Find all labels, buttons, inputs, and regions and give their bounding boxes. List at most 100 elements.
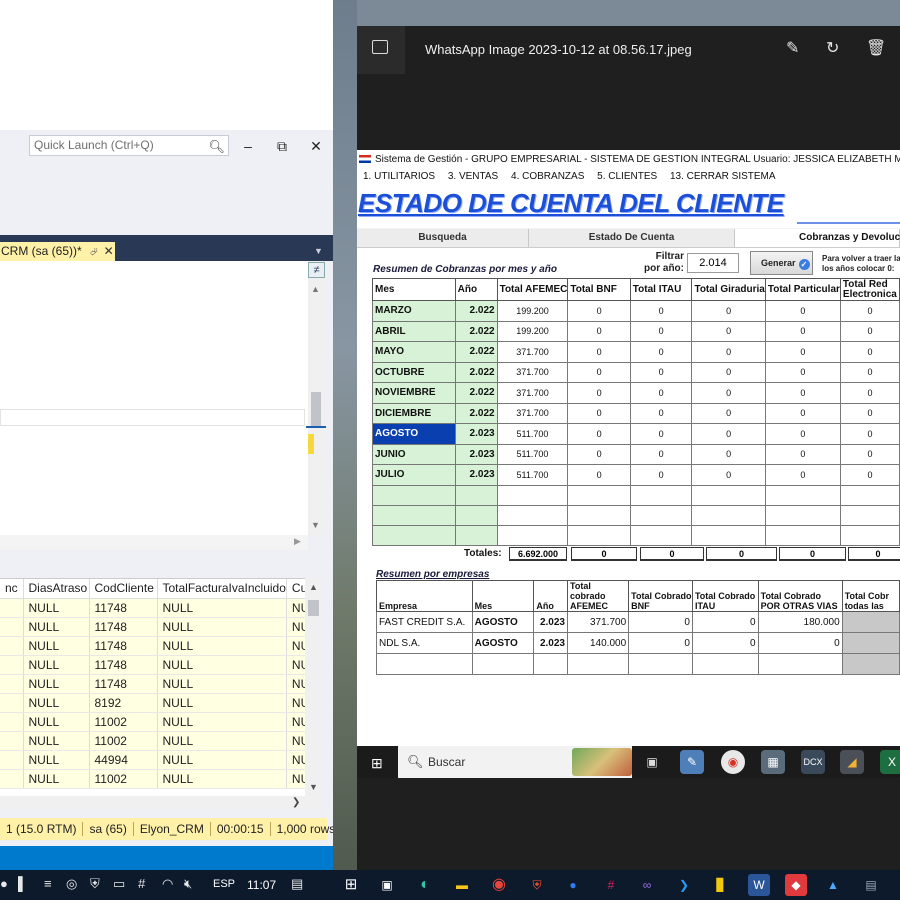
tab-dropdown-icon[interactable]: ▼ (314, 246, 323, 256)
results-horizontal-scrollbar[interactable] (0, 796, 322, 811)
table-cell[interactable]: 11748 (89, 598, 158, 618)
table-cell[interactable]: 8192 (89, 693, 158, 713)
query-editor[interactable] (0, 261, 308, 535)
tab-busqueda[interactable]: Busqueda (357, 229, 529, 247)
table-cell[interactable] (0, 769, 24, 789)
table-row[interactable]: NULL 44994 NULL NU (0, 750, 311, 770)
table-cell[interactable]: NULL (157, 598, 287, 618)
table-cell[interactable]: NULL (23, 617, 90, 637)
table-row[interactable]: NULL 11002 NULL NU (0, 731, 311, 751)
chrome-icon[interactable]: ◉ (488, 874, 510, 896)
globe-icon[interactable]: ◎ (66, 876, 77, 892)
editor-horizontal-scrollbar[interactable] (0, 535, 308, 550)
volume-muted-icon[interactable]: 🔇︎ (184, 876, 192, 892)
table-cell[interactable]: NULL (23, 674, 90, 694)
word-icon[interactable]: W (748, 874, 770, 896)
table-cell[interactable]: NULL (157, 731, 287, 751)
upload-icon[interactable]: ▲ (822, 874, 844, 896)
notification-icon[interactable]: ▤ (291, 876, 303, 892)
tab-cobranzas-devoluciones[interactable]: Cobranzas y Devolucio (735, 229, 900, 247)
visual-studio-icon[interactable]: ∞ (636, 874, 658, 896)
table-cell[interactable]: NULL (157, 617, 287, 637)
table-cell[interactable]: 11748 (89, 617, 158, 637)
query-document-tab[interactable]: CRM (sa (65))* ⮰ ✕ (0, 242, 115, 261)
table-cell[interactable]: NULL (157, 636, 287, 656)
column-header[interactable]: TotalFacturaIvaIncluido (157, 579, 287, 599)
results-scroll-thumb[interactable] (308, 600, 319, 616)
table-cell[interactable]: 11748 (89, 674, 158, 694)
tray-app-icon[interactable]: ● (0, 876, 8, 891)
table-row[interactable]: NULL 11748 NULL NU (0, 598, 311, 618)
settings-sliders-icon[interactable]: ≡ (44, 876, 52, 891)
scroll-down-icon[interactable]: ▼ (311, 520, 320, 530)
close-button[interactable]: ✕ (306, 136, 326, 156)
table-cell[interactable]: NULL (157, 693, 287, 713)
menu-cerrar-sistema[interactable]: 13. CERRAR SISTEMA (670, 171, 776, 182)
table-cell[interactable] (0, 674, 24, 694)
editor-scroll-thumb[interactable] (311, 392, 321, 426)
shield-icon[interactable]: ⛨ (90, 876, 100, 892)
menu-utilitarios[interactable]: 1. UTILITARIOS (363, 171, 435, 182)
table-cell[interactable] (0, 731, 24, 751)
column-header[interactable]: DiasAtraso (23, 579, 90, 599)
tab-estado-de-cuenta[interactable]: Estado De Cuenta (529, 229, 735, 247)
notes-icon[interactable]: ▤ (860, 874, 882, 896)
table-cell[interactable]: 11002 (89, 731, 158, 751)
table-cell[interactable]: NULL (23, 731, 90, 751)
delete-icon[interactable]: 🗑︎ (866, 38, 886, 58)
split-editor-icon[interactable]: ≠ (308, 262, 325, 278)
table-cell[interactable]: 44994 (89, 750, 158, 770)
restore-button[interactable]: ⧉ (272, 136, 292, 156)
table-cell[interactable]: NULL (157, 750, 287, 770)
scroll-down-icon[interactable]: ▼ (309, 782, 318, 792)
table-cell[interactable]: NULL (157, 655, 287, 675)
table-row[interactable]: NULL 11002 NULL NU (0, 712, 311, 732)
vscode-icon[interactable]: ❯ (673, 874, 695, 896)
system-clock[interactable]: 11:07 (247, 878, 276, 892)
search-icon[interactable]: 🔍︎ (208, 137, 225, 156)
table-cell[interactable]: NULL (23, 598, 90, 618)
scroll-up-icon[interactable]: ▲ (309, 582, 318, 592)
table-cell[interactable] (0, 655, 24, 675)
wifi-icon[interactable]: ◠ (162, 876, 173, 892)
table-cell[interactable]: NULL (23, 655, 90, 675)
table-cell[interactable]: 11748 (89, 655, 158, 675)
menu-ventas[interactable]: 3. VENTAS (448, 171, 498, 182)
table-cell[interactable]: NULL (23, 693, 90, 713)
minimize-button[interactable]: ‒ (238, 136, 258, 156)
table-row[interactable]: NULL 11002 NULL NU (0, 769, 311, 789)
table-row[interactable]: NULL 11748 NULL NU (0, 674, 311, 694)
table-cell[interactable] (0, 598, 24, 618)
table-cell[interactable] (0, 750, 24, 770)
table-cell[interactable]: NULL (23, 769, 90, 789)
audio-meter-icon[interactable]: ▌ (18, 876, 27, 891)
table-row[interactable]: NULL 11748 NULL NU (0, 617, 311, 637)
table-cell[interactable]: NULL (157, 674, 287, 694)
scroll-right-icon[interactable]: ❯ (292, 797, 300, 808)
windows-start-button[interactable]: ⊞ (340, 874, 362, 896)
generar-button[interactable]: Generar ✓ (750, 251, 813, 275)
table-cell[interactable]: NULL (157, 769, 287, 789)
scroll-up-icon[interactable]: ▲ (311, 284, 320, 294)
column-header[interactable]: nc (0, 579, 24, 599)
year-filter-input[interactable]: 2.014 (687, 253, 739, 273)
table-row[interactable]: NULL 8192 NULL NU (0, 693, 311, 713)
table-cell[interactable]: NULL (23, 712, 90, 732)
table-cell[interactable]: NULL (23, 750, 90, 770)
menu-cobranzas[interactable]: 4. COBRANZAS (511, 171, 584, 182)
table-row[interactable]: NULL 11748 NULL NU (0, 636, 311, 656)
table-cell[interactable]: 11748 (89, 636, 158, 656)
browser-icon[interactable]: ● (562, 874, 584, 896)
table-cell[interactable]: NULL (157, 712, 287, 732)
table-row[interactable]: NULL 11748 NULL NU (0, 655, 311, 675)
table-cell[interactable]: 11002 (89, 769, 158, 789)
table-cell[interactable] (0, 617, 24, 637)
column-header[interactable]: CodCliente (89, 579, 158, 599)
anydesk-icon[interactable]: ◆ (785, 874, 807, 896)
scroll-right-icon[interactable]: ▶ (294, 536, 301, 547)
pin-icon[interactable]: ⮰ (90, 247, 98, 258)
table-cell[interactable]: 11002 (89, 712, 158, 732)
quick-launch-input[interactable]: Quick Launch (Ctrl+Q) 🔍︎ (29, 135, 229, 156)
input-language[interactable]: ESP (213, 878, 235, 890)
slack-icon[interactable]: # (600, 874, 622, 896)
